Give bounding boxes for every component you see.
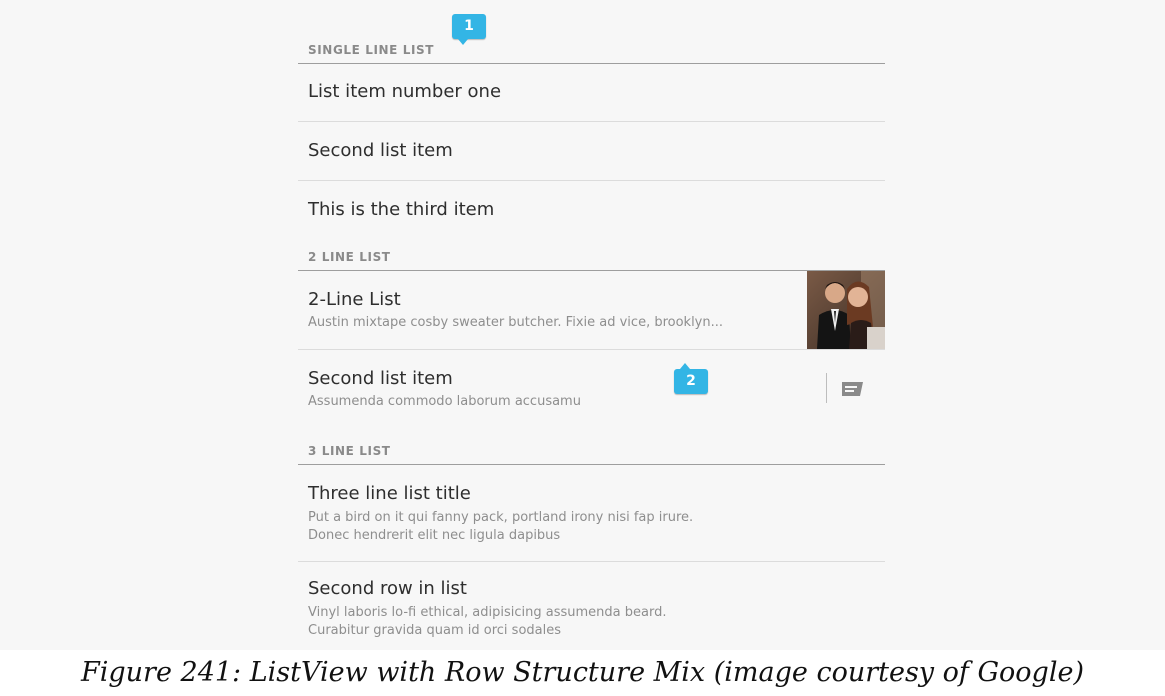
- list-item-subtitle: Austin mixtape cosby sweater butcher. Fi…: [308, 315, 724, 330]
- thumbnail-image: [807, 271, 885, 349]
- list-item-line-1: Vinyl laboris lo-fi ethical, adipisicing…: [308, 605, 667, 620]
- list-item[interactable]: List item number one: [298, 64, 885, 122]
- section-header-label: SINGLE LINE LIST: [308, 43, 435, 57]
- list-item-subtitle: Assumenda commodo laborum accusamu: [308, 394, 581, 409]
- callout-badge-tail: [458, 39, 468, 45]
- vertical-divider: [826, 373, 827, 403]
- section-header-two-line: 2 LINE LIST: [298, 246, 885, 271]
- list-screen: SINGLE LINE LIST List item number one Se…: [0, 0, 1165, 650]
- couple-photo-icon: [807, 271, 885, 349]
- list-item-line-1: Put a bird on it qui fanny pack, portlan…: [308, 510, 694, 525]
- list-item-title: Second list item: [308, 368, 453, 389]
- section-header-label: 3 LINE LIST: [308, 444, 391, 458]
- figure-caption: Figure 241: ListView with Row Structure …: [81, 657, 1084, 688]
- list-item-title: Second list item: [308, 140, 453, 161]
- list-item-title: Second row in list: [308, 578, 467, 599]
- message-icon[interactable]: [841, 379, 865, 399]
- list-item-line-2: Curabitur gravida quam id orci sodales: [308, 623, 562, 638]
- list-view: SINGLE LINE LIST List item number one Se…: [298, 0, 885, 650]
- list-item-title: 2-Line List: [308, 289, 401, 310]
- section-header-three-line: 3 LINE LIST: [298, 440, 885, 465]
- list-item[interactable]: 2-Line List Austin mixtape cosby sweater…: [298, 271, 885, 350]
- list-item[interactable]: Three line list title Put a bird on it q…: [298, 465, 885, 562]
- list-item[interactable]: Second list item: [298, 122, 885, 181]
- list-item[interactable]: Second row in list Vinyl laboris lo-fi e…: [298, 562, 885, 650]
- list-item-title: Three line list title: [308, 483, 471, 504]
- list-item-line-2: Donec hendrerit elit nec ligula dapibus: [308, 528, 561, 543]
- section-header-single-line: SINGLE LINE LIST: [298, 39, 885, 64]
- callout-badge-1: 1: [452, 14, 486, 39]
- list-item-title: List item number one: [308, 81, 502, 102]
- callout-badge-2: 2: [674, 369, 708, 394]
- section-header-label: 2 LINE LIST: [308, 250, 391, 264]
- list-item-title: This is the third item: [308, 199, 495, 220]
- list-item[interactable]: Second list item Assumenda commodo labor…: [298, 350, 885, 433]
- list-item[interactable]: This is the third item: [298, 181, 885, 237]
